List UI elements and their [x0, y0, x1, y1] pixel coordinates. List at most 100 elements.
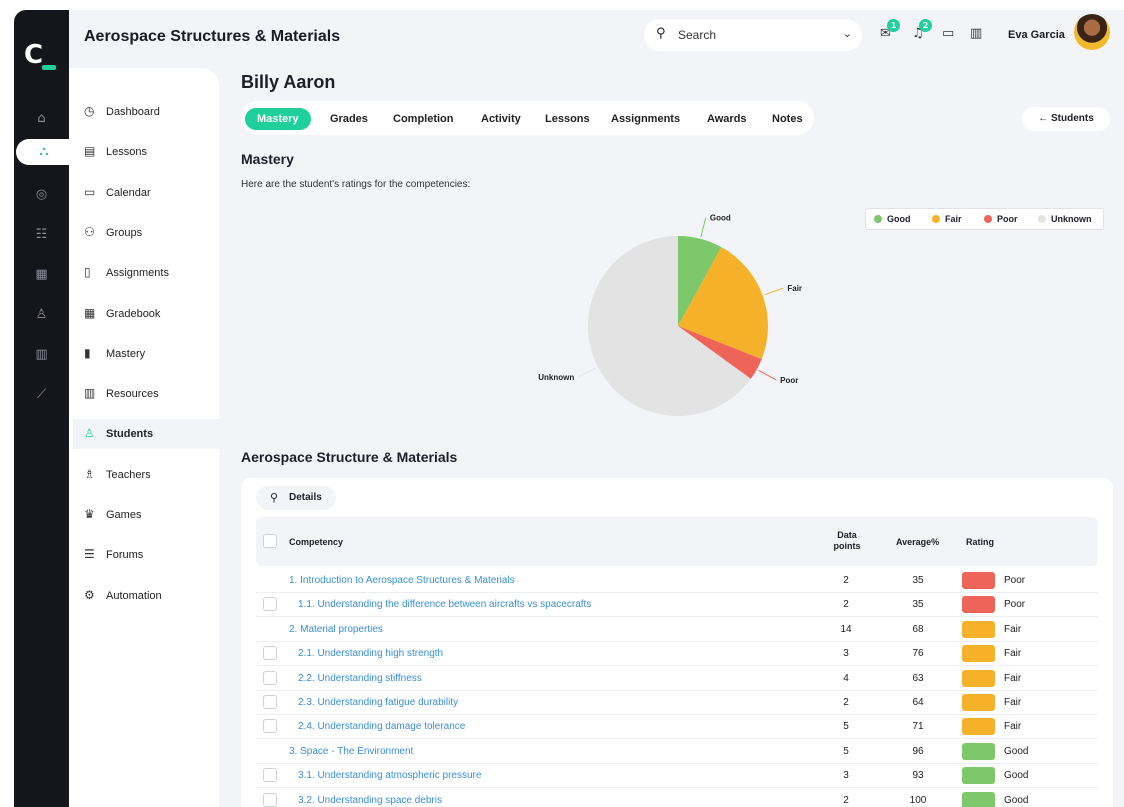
trash-icon[interactable]: ▥ — [970, 26, 982, 41]
students-icon[interactable]: ⛬ — [16, 139, 72, 165]
gradebook-icon: ▦ — [84, 305, 96, 320]
legend-good[interactable]: Good — [874, 214, 911, 224]
header-average[interactable]: Average% — [896, 537, 939, 547]
chart-legend: Good Fair Poor Unknown — [865, 208, 1104, 230]
avatar[interactable] — [1074, 14, 1110, 50]
sidebar-item-calendar[interactable]: ▭ Calendar — [73, 178, 219, 208]
mastery-title: Mastery — [241, 151, 294, 167]
search-input[interactable]: ⚲ Search ⌄ — [644, 19, 862, 51]
rating-label: Good — [1004, 745, 1029, 757]
data-points-value: 5 — [843, 745, 849, 757]
row-checkbox[interactable] — [263, 768, 277, 783]
tab-awards[interactable]: Awards — [707, 108, 747, 130]
sidebar-item-teachers[interactable]: ♗ Teachers — [73, 460, 219, 490]
sidebar-item-label: Teachers — [106, 468, 151, 481]
tab-activity[interactable]: Activity — [481, 108, 521, 130]
sidebar-item-forums[interactable]: ☰ Forums — [73, 540, 219, 570]
sidebar-item-automation[interactable]: ⚙ Automation — [73, 581, 219, 611]
teachers-icon: ♗ — [84, 466, 95, 481]
legend-fair[interactable]: Fair — [932, 214, 962, 224]
rating-swatch — [962, 645, 995, 663]
rating-swatch — [962, 669, 995, 687]
sidebar-item-mastery[interactable]: ▮ Mastery — [73, 339, 219, 369]
table-row: 2.2. Understanding stiffness 4 63 Fair — [256, 667, 1098, 691]
rating-label: Poor — [1004, 599, 1026, 611]
sidebar-item-label: Games — [106, 509, 142, 521]
books-icon[interactable]: ▥ — [14, 342, 69, 368]
sidebar-item-resources[interactable]: ▥ Resources — [73, 379, 219, 409]
palette-icon[interactable]: ◎ — [14, 182, 69, 208]
header-data-points[interactable]: Data points — [830, 530, 864, 552]
users-icon[interactable]: ☷ — [14, 222, 69, 248]
header-rating[interactable]: Rating — [966, 537, 994, 547]
table-header: Competency Data points Average% Rating — [256, 517, 1098, 566]
row-checkbox[interactable] — [263, 792, 277, 807]
competency-link[interactable]: 1. Introduction to Aerospace Structures … — [289, 575, 515, 586]
row-checkbox[interactable] — [263, 646, 277, 661]
details-button[interactable]: ⚲ Details — [256, 486, 336, 510]
user-name[interactable]: Eva Garcia — [1008, 29, 1065, 41]
table-row: 2.1. Understanding high strength 3 76 Fair — [256, 642, 1098, 667]
calendar-icon[interactable]: ▭ — [942, 26, 954, 41]
data-points-value: 3 — [843, 770, 849, 782]
competency-link[interactable]: 3. Space - The Environment — [289, 746, 413, 757]
pie-leader-line — [577, 367, 597, 378]
sidebar-item-gradebook[interactable]: ▦ Gradebook — [73, 299, 219, 329]
table-row: 1. Introduction to Aerospace Structures … — [256, 569, 1098, 593]
sidebar-item-groups[interactable]: ⚇ Groups — [73, 218, 219, 248]
grid-icon[interactable]: ▦ — [14, 262, 69, 288]
automation-icon: ⚙ — [84, 587, 95, 602]
sidebar-item-students[interactable]: ♙ Students — [73, 419, 219, 450]
tab-notes[interactable]: Notes — [772, 108, 803, 130]
legend-poor[interactable]: Poor — [984, 214, 1018, 224]
data-points-value: 2 — [843, 697, 849, 708]
tab-mastery[interactable]: Mastery — [245, 108, 311, 130]
sidebar-item-label: Dashboard — [106, 106, 160, 118]
messages-icon[interactable]: ✉ 1 — [880, 19, 900, 41]
sidebar-item-label: Gradebook — [106, 307, 161, 320]
rating-swatch — [962, 694, 995, 711]
average-value: 76 — [912, 648, 924, 660]
pie-label-poor: Poor — [780, 376, 798, 385]
rating-label: Fair — [1004, 623, 1022, 635]
rating-label: Fair — [1004, 672, 1022, 684]
header-competency[interactable]: Competency — [289, 537, 343, 547]
table-row: 2.4. Understanding damage tolerance 5 71 Fa… — [256, 715, 1098, 740]
competency-link[interactable]: 2. Material properties — [289, 624, 383, 635]
sidebar-item-games[interactable]: ♛ Games — [73, 500, 219, 530]
rating-swatch — [962, 620, 995, 638]
app-logo[interactable]: C — [24, 40, 56, 72]
tab-grades[interactable]: Grades — [330, 108, 368, 130]
average-value: 96 — [912, 745, 924, 757]
competency-link[interactable]: 2.3. Understanding fatigue durability — [298, 697, 458, 708]
user-icon[interactable]: ♙ — [14, 302, 69, 328]
back-to-students-button[interactable]: ← Students — [1022, 107, 1110, 131]
select-all-checkbox[interactable] — [263, 534, 277, 548]
competency-link[interactable]: 2.1. Understanding high strength — [298, 648, 443, 659]
competency-link[interactable]: 2.2. Understanding stiffness — [298, 673, 422, 684]
tab-lessons[interactable]: Lessons — [545, 108, 590, 130]
chart-icon[interactable]: ⟋ — [14, 382, 69, 408]
bell-icon[interactable]: ♫ 2 — [912, 19, 932, 41]
chevron-down-icon[interactable]: ⌄ — [843, 27, 852, 40]
pie-label-unknown: Unknown — [538, 373, 574, 382]
competency-link[interactable]: 1.1. Understanding the difference betwee… — [298, 599, 591, 610]
home-icon[interactable]: ⌂ — [14, 106, 69, 132]
rating-label: Fair — [1004, 697, 1022, 708]
row-checkbox[interactable] — [263, 719, 277, 734]
average-value: 93 — [912, 770, 924, 782]
legend-unknown[interactable]: Unknown — [1038, 214, 1092, 224]
row-checkbox[interactable] — [263, 597, 277, 612]
row-checkbox[interactable] — [263, 670, 277, 685]
sidebar-item-assignments[interactable]: ▯ Assignments — [73, 258, 219, 288]
sidebar-item-dashboard[interactable]: ◷ Dashboard — [73, 97, 219, 127]
tab-completion[interactable]: Completion — [393, 108, 454, 130]
competency-link[interactable]: 2.4. Understanding damage tolerance — [298, 721, 465, 732]
row-checkbox[interactable] — [263, 695, 277, 709]
rating-swatch — [962, 572, 995, 589]
tab-assignments[interactable]: Assignments — [611, 108, 680, 130]
sidebar-item-lessons[interactable]: ▤ Lessons — [73, 137, 219, 167]
competency-link[interactable]: 3.2. Understanding space debris — [298, 795, 442, 806]
competency-link[interactable]: 3.1. Understanding atmospheric pressure — [298, 770, 481, 781]
average-value: 35 — [912, 575, 924, 586]
